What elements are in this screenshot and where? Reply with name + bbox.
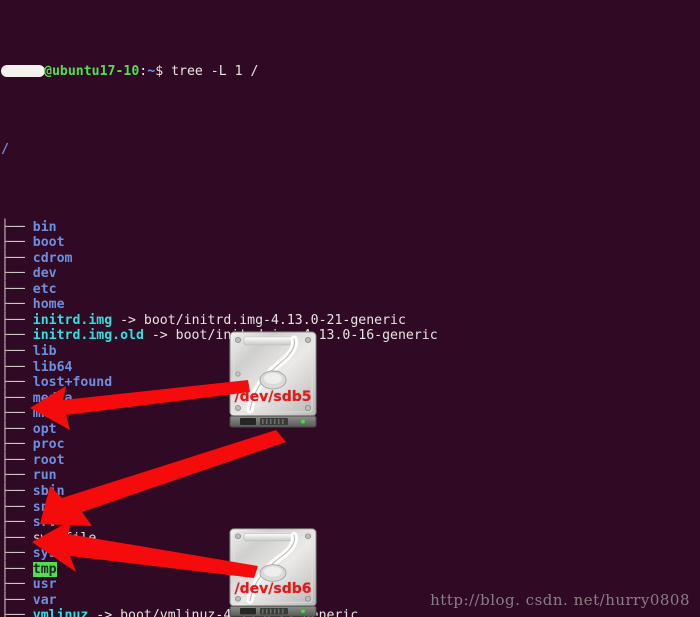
tree-entry-initrd-img-old: initrd.img.old bbox=[32, 328, 144, 344]
tree-branch-mid: ├── bbox=[1, 266, 33, 282]
tree-branch-mid: ├── bbox=[1, 328, 33, 344]
tree-branch-mid: ├── bbox=[1, 297, 33, 313]
tree-entry-initrd-img: initrd.img bbox=[32, 312, 113, 328]
tree-row: ├── dev bbox=[1, 266, 700, 282]
tree-branch-mid: ├── bbox=[1, 235, 33, 251]
tree-row: ├── lib64 bbox=[1, 360, 700, 376]
username-redaction bbox=[1, 65, 45, 78]
tree-entry-boot: boot bbox=[32, 235, 65, 251]
tree-branch-mid: ├── bbox=[1, 452, 33, 468]
tree-row: ├── home bbox=[1, 297, 700, 313]
watermark-text: http://blog. csdn. net/hurry0808 bbox=[430, 591, 690, 610]
tree-branch-mid: ├── bbox=[1, 608, 33, 617]
annotation-arrow-3 bbox=[32, 520, 258, 578]
tree-branch-mid: ├── bbox=[1, 250, 33, 266]
tree-root-label: / bbox=[1, 142, 700, 158]
tree-branch-mid: ├── bbox=[1, 530, 33, 546]
tree-entry-var: var bbox=[32, 592, 57, 608]
tree-entry-home: home bbox=[32, 297, 65, 313]
tree-branch-mid: ├── bbox=[1, 312, 33, 328]
tree-entry-cdrom: cdrom bbox=[32, 250, 73, 266]
tree-row: ├── initrd.img -> boot/initrd.img-4.13.0… bbox=[1, 313, 700, 329]
tree-entry-lib: lib bbox=[32, 344, 57, 360]
tree-branch-mid: ├── bbox=[1, 468, 33, 484]
prompt-line-1: @ubuntu17-10:~$ tree -L 1 / bbox=[1, 64, 700, 80]
tree-row: ├── etc bbox=[1, 282, 700, 298]
tree-branch-mid: ├── bbox=[1, 281, 33, 297]
tree-row: ├── boot bbox=[1, 235, 700, 251]
prompt-host: @ubuntu17-10 bbox=[44, 64, 140, 80]
tree-branch-mid: ├── bbox=[1, 483, 33, 499]
tree-branch-mid: ├── bbox=[1, 421, 33, 437]
tree-branch-mid: ├── bbox=[1, 561, 33, 577]
tree-entry-vmlinuz: vmlinuz bbox=[32, 608, 89, 617]
terminal-window: @ubuntu17-10:~$ tree -L 1 / / ├── bin ├──… bbox=[0, 0, 700, 617]
prompt-path: ~ bbox=[147, 64, 156, 80]
tree-row: ├── bin bbox=[1, 220, 700, 236]
prompt-dollar: $ bbox=[155, 64, 164, 80]
tree-branch-mid: ├── bbox=[1, 577, 33, 593]
tree-branch-mid: ├── bbox=[1, 592, 33, 608]
tree-branch-mid: ├── bbox=[1, 546, 33, 562]
tree-branch-mid: ├── bbox=[1, 406, 33, 422]
tree-row: ├── vmlinuz -> boot/vmlinuz-4.13.0-21-ge… bbox=[1, 608, 700, 617]
tree-branch-mid: ├── bbox=[1, 390, 33, 406]
tree-branch-mid: ├── bbox=[1, 499, 33, 515]
tree-entry-lib64: lib64 bbox=[32, 359, 73, 375]
symlink-target: -> boot/initrd.img-4.13.0-21-generic bbox=[112, 312, 406, 328]
annotation-arrow-2 bbox=[40, 430, 286, 526]
tree-row: ├── initrd.img.old -> boot/initrd.img-4.… bbox=[1, 328, 700, 344]
tree-row: ├── cdrom bbox=[1, 251, 700, 267]
tree-branch-mid: ├── bbox=[1, 375, 33, 391]
tree-branch-mid: ├── bbox=[1, 437, 33, 453]
tree-entry-bin: bin bbox=[32, 219, 57, 235]
command-text-1: tree -L 1 / bbox=[163, 64, 259, 80]
tree-row: ├── lib bbox=[1, 344, 700, 360]
tree-branch-mid: ├── bbox=[1, 344, 33, 360]
annotation-arrow-1 bbox=[30, 380, 250, 430]
tree-branch-mid: ├── bbox=[1, 515, 33, 531]
tree-entry-etc: etc bbox=[32, 281, 57, 297]
tree-entry-dev: dev bbox=[32, 266, 57, 282]
root-path: / bbox=[1, 141, 9, 157]
tree-branch-mid: ├── bbox=[1, 219, 33, 235]
tree-branch-mid: ├── bbox=[1, 359, 33, 375]
